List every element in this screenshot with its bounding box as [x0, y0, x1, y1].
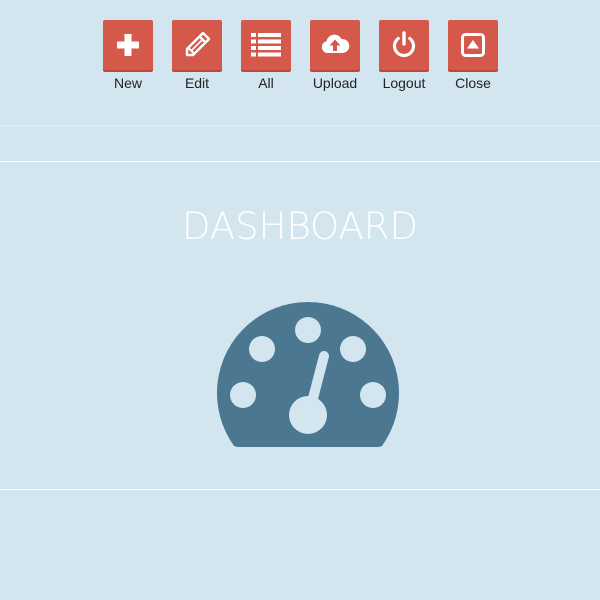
cloud-upload-icon	[321, 34, 350, 53]
upload-button-body[interactable]	[310, 20, 360, 70]
eject-icon	[461, 33, 485, 57]
plus-icon	[117, 34, 139, 56]
edit-button[interactable]: Edit	[172, 20, 222, 91]
all-button-body[interactable]	[241, 20, 291, 70]
new-button-body[interactable]	[103, 20, 153, 70]
page-title: DASHBOARD	[181, 205, 419, 248]
header-divider-faint	[0, 125, 600, 126]
list-icon	[251, 33, 281, 57]
close-button-body[interactable]	[448, 20, 498, 70]
logout-button-body[interactable]	[379, 20, 429, 70]
power-icon	[392, 31, 416, 58]
logout-button[interactable]: Logout	[379, 20, 429, 91]
close-button[interactable]: Close	[448, 20, 498, 91]
toolbar: New Edit All Upload Logout Close	[103, 20, 498, 92]
edit-button-body[interactable]	[172, 20, 222, 70]
close-label: Close	[455, 75, 491, 91]
header-divider	[0, 161, 600, 162]
upload-button[interactable]: Upload	[310, 20, 360, 91]
dashboard-gauge-icon	[217, 302, 399, 447]
all-button[interactable]: All	[241, 20, 291, 91]
new-button[interactable]: New	[103, 20, 153, 91]
content-divider	[0, 489, 600, 490]
pencil-icon	[185, 31, 211, 57]
